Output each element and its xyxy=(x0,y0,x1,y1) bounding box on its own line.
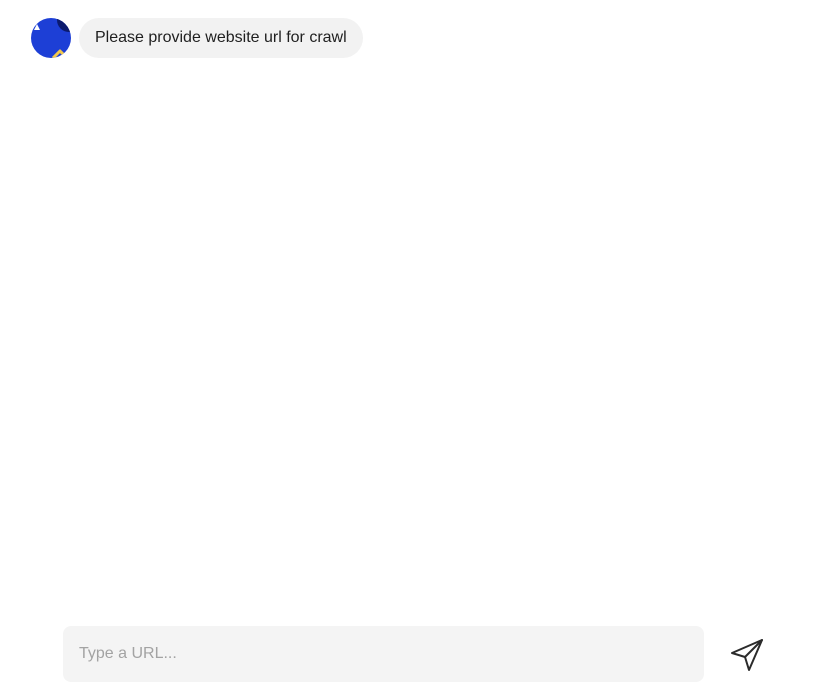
paper-plane-icon xyxy=(731,639,763,671)
chat-page: Please provide website url for crawl xyxy=(0,0,826,696)
send-button[interactable] xyxy=(728,636,766,674)
bot-message: Please provide website url for crawl xyxy=(31,18,363,58)
bot-logo-icon xyxy=(31,18,71,58)
message-bubble: Please provide website url for crawl xyxy=(79,18,363,58)
url-composer xyxy=(63,626,704,682)
url-input[interactable] xyxy=(79,626,688,682)
bot-avatar xyxy=(31,18,71,58)
